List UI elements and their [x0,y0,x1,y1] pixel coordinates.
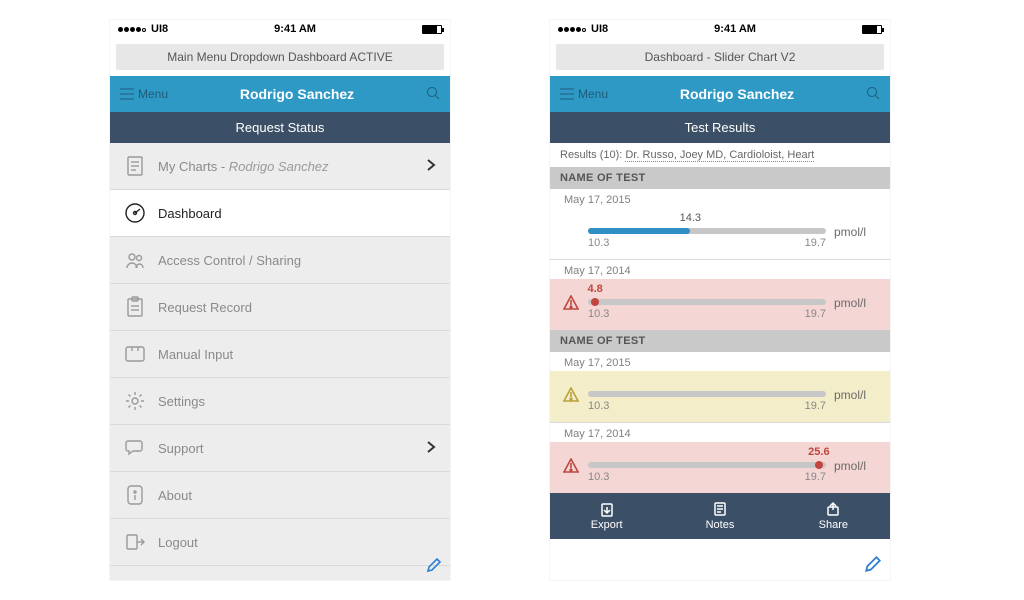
status-bar: UI8 9:41 AM [550,20,890,38]
menu-label: Menu [578,87,608,101]
menu-item-label: Settings [158,394,436,409]
phone-left: UI8 9:41 AM Main Menu Dropdown Dashboard… [110,20,450,580]
results-filter-link[interactable]: Dr. Russo, Joey MD, Cardioloist, Heart [625,149,814,162]
result-slider: 10.319.7 [588,377,826,412]
page-title: Rodrigo Sanchez [240,86,354,102]
menu-item-label: My Charts - Rodrigo Sanchez [158,159,414,174]
result-value: 4.8 [587,283,602,295]
result-row-alert[interactable]: 25.6 10.319.7 pmol/l [550,442,890,493]
status-bar: UI8 9:41 AM [110,20,450,38]
result-slider: 25.6 10.319.7 [588,448,826,483]
result-value: 25.6 [808,446,829,458]
result-unit: pmol/l [834,296,878,310]
menu-item-label: Request Record [158,300,436,315]
menu-item-mycharts[interactable]: My Charts - Rodrigo Sanchez [110,143,450,190]
document-icon [124,155,146,177]
result-value: 14.3 [680,212,701,224]
export-button[interactable]: Export [550,493,663,539]
menu-item-dashboard[interactable]: Dashboard [110,190,450,237]
page-title: Rodrigo Sanchez [680,86,794,102]
toolbar-label: Notes [706,519,735,531]
battery-icon [422,25,442,34]
warning-icon [562,387,580,403]
signal-dots-icon [118,23,147,35]
result-unit: pmol/l [834,459,878,473]
bottom-toolbar: Export Notes Share [550,493,890,539]
section-header: NAME OF TEST [550,167,890,189]
chevron-right-icon [426,158,436,175]
clock-label: 9:41 AM [274,23,316,35]
search-button[interactable] [426,86,440,103]
toolbar-label: Share [819,519,848,531]
results-meta: Results (10): Dr. Russo, Joey MD, Cardio… [550,143,890,167]
battery-icon [862,25,882,34]
result-date: May 17, 2014 [550,260,890,279]
app-bar: Menu Rodrigo Sanchez [550,76,890,112]
clipboard-icon [124,296,146,318]
screen-title-chip: Main Menu Dropdown Dashboard ACTIVE [116,44,444,70]
result-slider: 14.3 10.319.7 [588,214,826,249]
carrier-label: UI8 [591,23,608,35]
result-row-caution[interactable]: 10.319.7 pmol/l [550,371,890,422]
sub-header: Request Status [110,112,450,143]
result-row[interactable]: 14.3 10.319.7 pmol/l [550,208,890,259]
result-date: May 17, 2015 [550,189,890,208]
result-row-alert[interactable]: 4.8 10.319.7 pmol/l [550,279,890,330]
menu-item-manual[interactable]: Manual Input [110,331,450,378]
menu-item-access[interactable]: Access Control / Sharing [110,237,450,284]
menu-button[interactable]: Menu [120,87,168,101]
warning-icon [562,295,580,311]
menu-item-label: About [158,488,436,503]
info-badge-icon [124,484,146,506]
app-bar: Menu Rodrigo Sanchez [110,76,450,112]
people-icon [124,249,146,271]
signal-dots-icon [558,23,587,35]
result-date: May 17, 2014 [550,423,890,442]
carrier-label: UI8 [151,23,168,35]
share-button[interactable]: Share [777,493,890,539]
screen-title-chip: Dashboard - Slider Chart V2 [556,44,884,70]
notes-button[interactable]: Notes [663,493,776,539]
input-icon [124,343,146,365]
result-slider: 4.8 10.319.7 [588,285,826,320]
edit-button[interactable] [864,555,882,576]
menu-item-about[interactable]: About [110,472,450,519]
menu-item-logout[interactable]: Logout [110,519,450,566]
menu-item-label: Support [158,441,414,456]
menu-label: Menu [138,87,168,101]
menu-item-label: Manual Input [158,347,436,362]
main-menu-list: My Charts - Rodrigo Sanchez Dashboard Ac… [110,143,450,580]
result-unit: pmol/l [834,225,878,239]
sub-header: Test Results [550,112,890,143]
edit-button[interactable] [426,557,442,576]
menu-item-label: Dashboard [158,206,436,221]
menu-item-request[interactable]: Request Record [110,284,450,331]
menu-item-support[interactable]: Support [110,425,450,472]
menu-item-settings[interactable]: Settings [110,378,450,425]
logout-icon [124,531,146,553]
menu-button[interactable]: Menu [560,87,608,101]
menu-item-label: Access Control / Sharing [158,253,436,268]
toolbar-label: Export [591,519,623,531]
search-button[interactable] [866,86,880,103]
clock-label: 9:41 AM [714,23,756,35]
result-date: May 17, 2015 [550,352,890,371]
section-header: NAME OF TEST [550,330,890,352]
menu-item-label: Logout [158,535,436,550]
chat-icon [124,437,146,459]
gauge-icon [124,202,146,224]
result-unit: pmol/l [834,388,878,402]
chevron-right-icon [426,440,436,457]
warning-icon [562,458,580,474]
phone-right: UI8 9:41 AM Dashboard - Slider Chart V2 … [550,20,890,580]
gear-icon [124,390,146,412]
